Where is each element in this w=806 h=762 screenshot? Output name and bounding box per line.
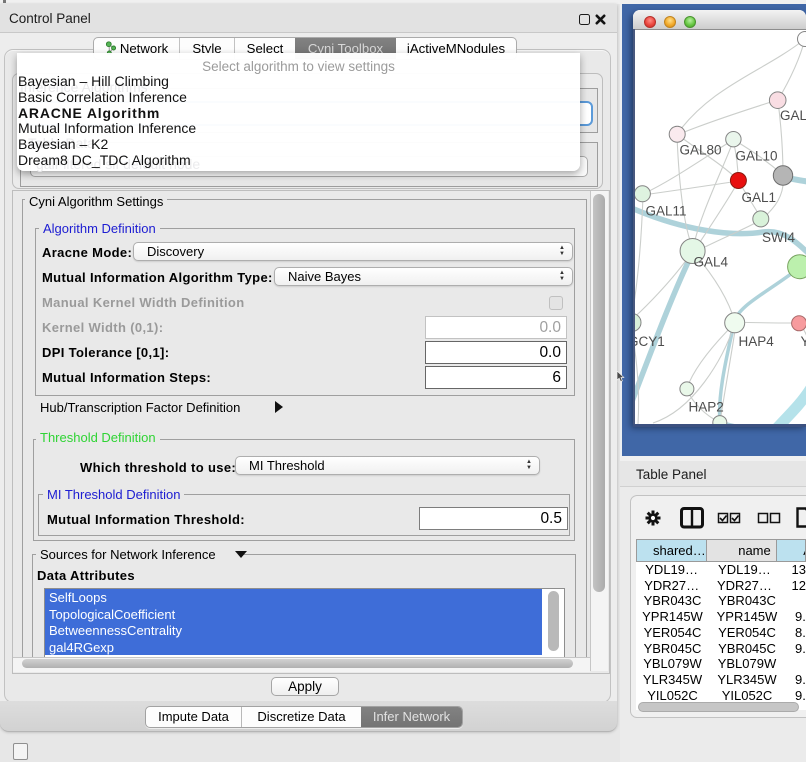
svg-text:GAL10: GAL10	[736, 149, 778, 164]
svg-text:GAL4: GAL4	[694, 255, 729, 270]
svg-text:GAL80: GAL80	[680, 143, 722, 158]
svg-text:GCY1: GCY1	[635, 334, 665, 349]
svg-text:GAL1: GAL1	[742, 190, 777, 205]
svg-text:GAL2: GAL2	[780, 108, 806, 123]
svg-text:SWI4: SWI4	[762, 230, 795, 245]
svg-text:YEL: YEL	[801, 334, 806, 349]
svg-text:HAP2: HAP2	[689, 400, 724, 415]
svg-text:GAL11: GAL11	[646, 204, 687, 219]
svg-text:HAP4: HAP4	[739, 334, 775, 349]
